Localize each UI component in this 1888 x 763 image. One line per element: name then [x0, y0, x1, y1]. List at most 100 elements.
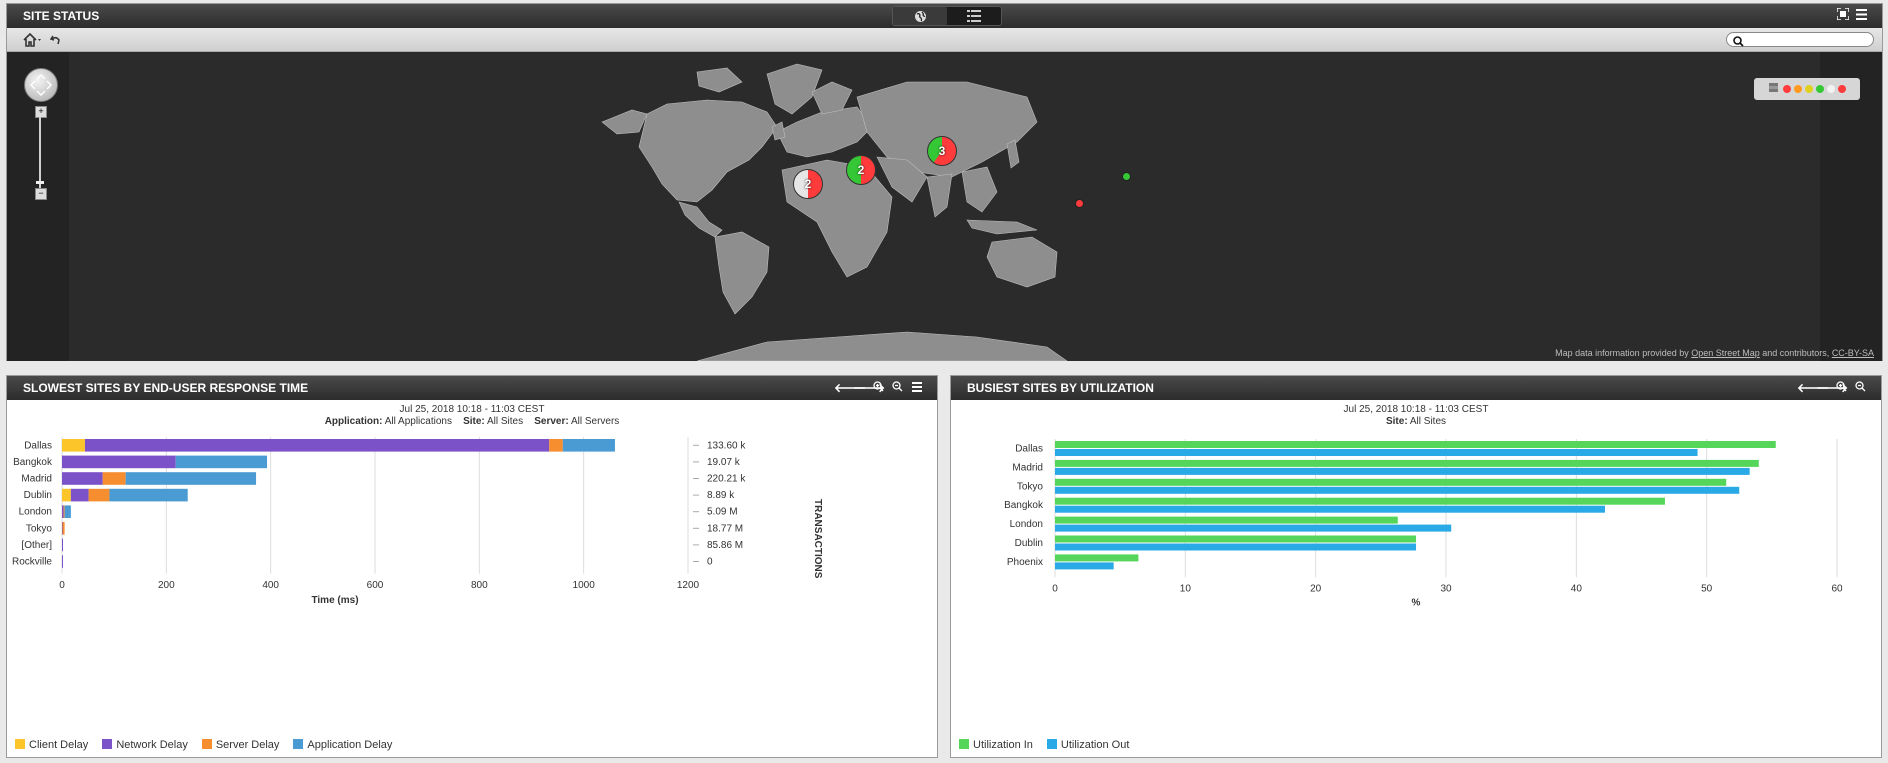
bar-segment — [62, 439, 85, 452]
category-label: London — [19, 507, 52, 518]
site-status-titlebar: SITE STATUS — [7, 4, 1882, 28]
category-label: Bangkok — [1004, 500, 1044, 511]
x-tick-label: 30 — [1440, 583, 1452, 594]
bar — [1055, 486, 1740, 494]
globe-icon[interactable] — [893, 7, 947, 25]
site-marker-bangkok[interactable] — [1075, 199, 1084, 208]
bar-segment — [102, 472, 126, 485]
slowest-date: Jul 25, 2018 10:18 - 11:03 CEST — [399, 404, 545, 415]
view-toggle — [892, 6, 1002, 26]
site-marker-tokyo[interactable] — [1122, 172, 1131, 181]
zoom-out-icon[interactable] — [1854, 376, 1867, 400]
legend-swatch — [102, 739, 113, 749]
x-tick-label: 600 — [367, 580, 384, 591]
bar — [1055, 449, 1698, 456]
panel-title: SITE STATUS — [23, 9, 100, 23]
x-tick-label: 60 — [1831, 583, 1843, 594]
legend-swatch — [1046, 739, 1057, 749]
x-tick-label: 1200 — [677, 580, 700, 591]
arrow-right-icon[interactable]: 🡒 — [1816, 376, 1848, 400]
legend-item[interactable]: Network Delay — [102, 739, 188, 751]
x-tick-label: 400 — [262, 580, 279, 591]
x-tick-label: 1000 — [573, 580, 596, 591]
busiest-titlebar: BUSIEST SITES BY UTILIZATION 🡐 🡒 — [951, 376, 1881, 400]
fullscreen-icon[interactable] — [1835, 4, 1850, 28]
busiest-legend: Utilization In Utilization Out — [959, 739, 1129, 751]
list-icon[interactable] — [947, 7, 1001, 25]
cluster-count: 2 — [857, 163, 865, 177]
slowest-header-icons: 🡐 🡒 — [834, 376, 923, 400]
transactions-label: 220.21 k — [707, 474, 746, 485]
home-icon[interactable] — [23, 32, 43, 52]
bar-segment — [84, 439, 550, 452]
bar-segment — [62, 538, 63, 552]
bar-segment — [62, 488, 71, 502]
menu-icon[interactable] — [910, 376, 923, 400]
slowest-legend: Client Delay Network Delay Server Delay App… — [15, 739, 392, 751]
bar-segment — [70, 488, 89, 502]
category-label: Bangkok — [13, 457, 53, 468]
bar — [1055, 505, 1606, 513]
category-label: Madrid — [21, 474, 52, 485]
x-axis-label: Time (ms) — [311, 595, 358, 606]
zoom-in-icon[interactable] — [872, 376, 885, 400]
license-link[interactable]: CC-BY-SA — [1832, 348, 1874, 358]
map-toolbar — [7, 28, 1882, 52]
transactions-label: 85.86 M — [707, 540, 743, 551]
bar — [1055, 562, 1114, 570]
bar-segment — [88, 488, 110, 502]
bar-segment — [64, 505, 71, 518]
busiest-filters: Site: All Sites — [1385, 416, 1447, 427]
arrow-left-icon[interactable]: 🡐 — [1797, 376, 1829, 400]
cluster-marker-us-west[interactable]: 2 — [793, 169, 823, 199]
x-tick-label: 800 — [471, 580, 488, 591]
slowest-filters: Application: All Applications Site: All … — [324, 416, 620, 427]
bar-segment — [62, 472, 103, 485]
osm-link[interactable]: Open Street Map — [1691, 348, 1760, 358]
bar-segment — [62, 555, 63, 568]
status-legend[interactable] — [1754, 78, 1860, 100]
map-attribution: Map data information provided by Open St… — [1555, 348, 1874, 358]
legend-label: Application Delay — [307, 739, 393, 751]
legend-item[interactable]: Utilization Out — [1046, 739, 1129, 751]
bar — [1055, 467, 1750, 475]
x-tick-label: 0 — [59, 580, 65, 591]
zoom-out-icon[interactable] — [891, 376, 904, 400]
x-tick-label: 50 — [1701, 583, 1713, 594]
status-dot-unknown — [1827, 85, 1835, 93]
layers-icon — [1768, 80, 1780, 98]
cluster-marker-us-east[interactable]: 2 — [846, 155, 876, 185]
arrow-right-icon[interactable]: 🡒 — [853, 376, 885, 400]
bar-segment — [63, 505, 65, 518]
category-label: Phoenix — [1007, 557, 1043, 568]
zoom-in-icon[interactable] — [1835, 376, 1848, 400]
slowest-sites-panel: SLOWEST SITES BY END-USER RESPONSE TIME … — [6, 375, 938, 758]
x-tick-label: 200 — [158, 580, 175, 591]
x-tick-label: 40 — [1571, 583, 1583, 594]
bar — [1055, 478, 1727, 486]
menu-icon[interactable] — [1855, 4, 1868, 28]
transactions-label: 18.77 M — [707, 523, 743, 534]
x-tick-label: 10 — [1180, 583, 1192, 594]
status-dot-minor — [1805, 85, 1813, 93]
legend-label: Client Delay — [29, 739, 89, 751]
bar-segment — [62, 505, 64, 518]
arrow-left-icon[interactable]: 🡐 — [834, 376, 866, 400]
search-field[interactable] — [1726, 32, 1874, 47]
bar — [1055, 554, 1139, 562]
category-label: Dublin — [1015, 538, 1043, 549]
legend-item[interactable]: Utilization In — [959, 739, 1033, 751]
legend-item[interactable]: Client Delay — [15, 739, 88, 751]
legend-label: Server Delay — [215, 739, 280, 751]
legend-item[interactable]: Server Delay — [201, 739, 280, 751]
bar — [1055, 441, 1776, 448]
category-label: [Other] — [21, 540, 52, 551]
legend-item[interactable]: Application Delay — [293, 739, 392, 751]
bar-segment — [549, 439, 563, 452]
cluster-marker-europe[interactable]: 3 — [927, 136, 957, 166]
world-map[interactable]: + − 2 2 3 Map data information provided … — [7, 52, 1882, 361]
site-status-panel: SITE STATUS + − 2 2 3 Map data informati… — [6, 3, 1883, 361]
cluster-count: 2 — [804, 177, 812, 191]
undo-icon[interactable] — [49, 33, 62, 51]
search-input[interactable] — [1747, 33, 1871, 47]
